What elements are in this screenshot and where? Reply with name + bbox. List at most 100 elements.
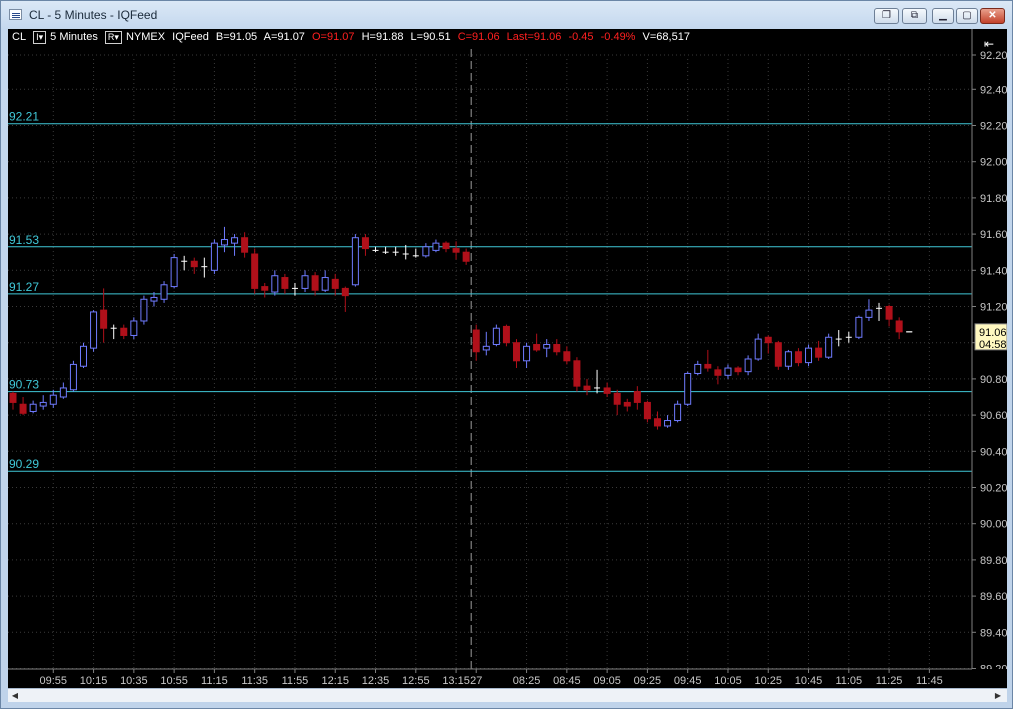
scroll-left-icon[interactable]: ◀ xyxy=(10,691,20,700)
price-chart[interactable]: 92.2191.5391.2790.7390.2992.2092.4092.20… xyxy=(8,29,1007,688)
candle-body xyxy=(623,401,631,407)
window-title: CL - 5 Minutes - IQFeed xyxy=(29,8,158,22)
title-bar[interactable]: CL - 5 Minutes - IQFeed ❐ ⧉ ▁ ▢ ✕ xyxy=(1,1,1012,29)
candle xyxy=(321,270,329,293)
candle-body xyxy=(653,418,661,427)
candle-body xyxy=(19,403,27,414)
close-value: C=91.06 xyxy=(457,31,500,44)
candle-body xyxy=(643,401,651,420)
candle xyxy=(553,339,561,356)
time-tick-label: 11:15 xyxy=(201,675,228,687)
candle-body xyxy=(513,342,520,362)
time-tick-label: 12:15 xyxy=(321,675,349,687)
candle-body xyxy=(231,237,239,244)
candle-body xyxy=(130,320,138,336)
candle xyxy=(885,304,893,327)
candle xyxy=(774,340,782,370)
feed-label: IQFeed xyxy=(172,31,209,44)
candle-body xyxy=(422,246,430,257)
candle-body xyxy=(271,275,279,293)
chart-area[interactable]: 92.21 91.53 91.27 90.73 90.29 92.20 92.40 92.20… xyxy=(8,29,1007,688)
time-tick-label: 11:35 xyxy=(241,675,268,687)
axis-scroll-icon[interactable]: ⇤ xyxy=(984,37,994,51)
candle-body xyxy=(563,351,571,362)
candle xyxy=(704,349,712,372)
candle xyxy=(170,254,178,289)
bar-countdown-tag: 04:58 xyxy=(979,339,1007,351)
candle-body xyxy=(724,367,732,376)
candle xyxy=(442,241,450,253)
candle xyxy=(231,234,239,256)
price-tick-label: 90.80 xyxy=(980,374,1007,386)
scroll-right-icon[interactable]: ▶ xyxy=(993,691,1003,700)
candle xyxy=(301,270,309,293)
time-tick-label: 10:45 xyxy=(795,675,823,687)
range-menu-button[interactable]: R▾ xyxy=(104,31,122,44)
price-tick-label: 92.20 xyxy=(980,121,1007,133)
candle-body xyxy=(241,237,249,253)
candle xyxy=(533,333,541,352)
restore-window-button[interactable]: ❐ xyxy=(874,8,899,24)
close-button[interactable]: ✕ xyxy=(980,8,1005,24)
candle xyxy=(865,299,873,321)
candle xyxy=(513,339,520,369)
candle xyxy=(201,257,208,278)
candle-body xyxy=(825,336,833,358)
indicator-menu-button[interactable]: I▾ xyxy=(33,31,47,44)
price-tick-label: 89.80 xyxy=(980,555,1007,567)
candle xyxy=(110,324,117,340)
candle-body xyxy=(150,296,158,302)
candle-body xyxy=(472,329,480,353)
candle-body xyxy=(684,372,692,405)
candle-body xyxy=(895,320,903,333)
candle xyxy=(452,241,460,260)
volume-value: V=68,517 xyxy=(642,31,690,44)
candle xyxy=(79,342,87,369)
candle-body xyxy=(49,394,57,405)
candle xyxy=(664,415,672,428)
price-tick-label: 91.60 xyxy=(980,229,1007,241)
candle xyxy=(472,324,480,361)
open-value: O=91.07 xyxy=(312,31,355,44)
candle-body xyxy=(462,251,470,262)
candle-body xyxy=(90,311,98,349)
candle-body xyxy=(633,391,641,403)
price-axis: 92.20 92.40 92.20 92.00 91.80 91.60 91.40 91.20… xyxy=(971,29,1007,688)
price-tick-label: 90.20 xyxy=(980,483,1007,495)
candle xyxy=(492,324,500,347)
price-tick-label: 90.40 xyxy=(980,446,1007,458)
candle-body xyxy=(543,344,551,349)
candle xyxy=(412,248,419,258)
grid-lines xyxy=(8,54,972,669)
candle xyxy=(69,360,77,392)
time-tick-label: 10:25 xyxy=(754,675,782,687)
candle xyxy=(341,286,349,312)
candle xyxy=(815,340,823,361)
candle xyxy=(694,360,702,376)
chart-info-bar: CL I▾ 5 Minutes R▾ NYMEX IQFeed B=91.05 A=… xyxy=(12,31,694,47)
time-tick-label: 12:55 xyxy=(402,675,430,687)
tile-windows-button[interactable]: ⧉ xyxy=(902,8,927,24)
candle-body xyxy=(331,278,339,289)
candle xyxy=(241,232,249,258)
restore-window-icon: ❐ xyxy=(882,10,891,21)
candle-body xyxy=(784,351,792,367)
candle xyxy=(674,400,682,423)
candle-body xyxy=(815,347,823,358)
maximize-button[interactable]: ▢ xyxy=(956,8,978,24)
candle xyxy=(120,324,128,340)
minimize-button[interactable]: ▁ xyxy=(932,8,954,24)
time-tick-label: 09:25 xyxy=(634,675,662,687)
candle xyxy=(764,335,772,354)
candle-body xyxy=(442,242,450,250)
time-tick-label: 11:45 xyxy=(916,675,943,687)
candle-body xyxy=(603,387,611,394)
horizontal-scrollbar[interactable]: ◀ ▶ xyxy=(8,688,1007,702)
candle-body xyxy=(432,242,440,251)
interval-label: 5 Minutes xyxy=(50,31,98,44)
candle-body xyxy=(482,345,490,351)
time-axis: 09:55 10:15 10:35 10:55 11:15 11:35 11:55 12:15… xyxy=(8,668,1007,688)
candle xyxy=(845,331,852,343)
candle xyxy=(784,349,792,370)
price-tick-label: 90.60 xyxy=(980,410,1007,422)
